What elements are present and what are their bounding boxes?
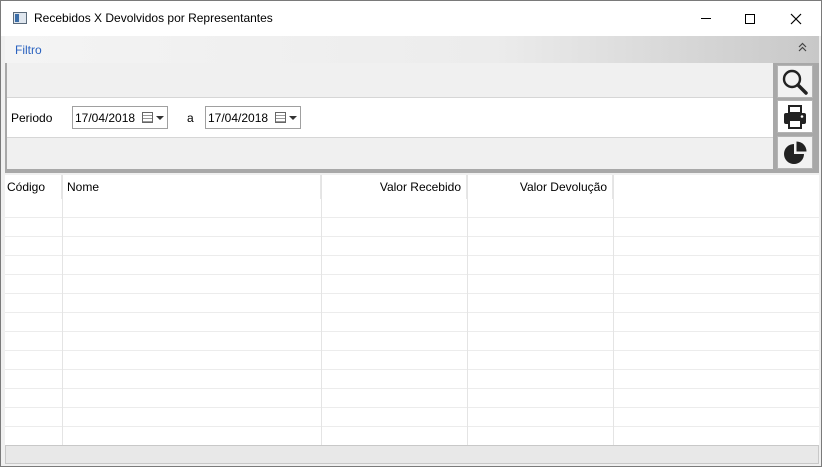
results-grid[interactable]: Código Nome Valor Recebido Valor Devoluç… bbox=[5, 175, 819, 445]
column-header-nome[interactable]: Nome bbox=[62, 175, 321, 199]
window-title: Recebidos X Devolvidos por Representante… bbox=[34, 11, 273, 25]
column-header-valor-devolucao[interactable]: Valor Devolução bbox=[467, 175, 613, 199]
search-icon bbox=[782, 69, 808, 95]
period-label: Periodo bbox=[11, 111, 53, 125]
date-to-value[interactable]: 17/04/2018 bbox=[208, 111, 268, 125]
status-bar bbox=[5, 445, 819, 464]
filter-panel: Filtro Periodo 17/04/2018 a 17/04/2018 bbox=[5, 36, 819, 173]
period-separator: a bbox=[187, 111, 194, 125]
filter-body: Periodo 17/04/2018 a 17/04/2018 bbox=[7, 63, 773, 169]
print-button[interactable] bbox=[777, 100, 813, 133]
column-divider bbox=[613, 175, 614, 445]
column-divider bbox=[321, 175, 322, 445]
collapse-chevron-icon[interactable] bbox=[798, 42, 807, 53]
report-window: Recebidos X Devolvidos por Representante… bbox=[0, 0, 822, 467]
column-divider bbox=[467, 175, 468, 445]
calendar-icon[interactable] bbox=[275, 112, 286, 123]
date-to-picker[interactable]: 17/04/2018 bbox=[205, 106, 301, 129]
maximize-icon bbox=[745, 13, 755, 24]
filter-header[interactable]: Filtro bbox=[5, 36, 819, 63]
search-button[interactable] bbox=[777, 65, 813, 98]
column-divider bbox=[62, 175, 63, 445]
printer-icon bbox=[784, 104, 806, 129]
action-buttons bbox=[775, 65, 815, 171]
date-from-value[interactable]: 17/04/2018 bbox=[75, 111, 135, 125]
grid-header: Código Nome Valor Recebido Valor Devoluç… bbox=[5, 175, 819, 199]
maximize-button[interactable] bbox=[727, 1, 773, 36]
column-header-codigo[interactable]: Código bbox=[5, 175, 62, 199]
minimize-button[interactable] bbox=[683, 1, 729, 36]
close-icon bbox=[790, 13, 802, 24]
dropdown-arrow-icon[interactable] bbox=[156, 116, 164, 120]
filter-title: Filtro bbox=[15, 43, 42, 57]
minimize-icon bbox=[701, 18, 711, 19]
close-button[interactable] bbox=[773, 1, 819, 36]
grid-body[interactable] bbox=[5, 199, 819, 445]
calendar-icon[interactable] bbox=[142, 112, 153, 123]
pie-chart-icon bbox=[784, 141, 807, 164]
chart-button[interactable] bbox=[777, 136, 813, 169]
column-header-valor-recebido[interactable]: Valor Recebido bbox=[321, 175, 467, 199]
title-bar[interactable]: Recebidos X Devolvidos por Representante… bbox=[1, 1, 821, 36]
date-from-picker[interactable]: 17/04/2018 bbox=[72, 106, 168, 129]
app-icon bbox=[13, 12, 27, 24]
dropdown-arrow-icon[interactable] bbox=[289, 116, 297, 120]
period-row: Periodo 17/04/2018 a 17/04/2018 bbox=[7, 97, 773, 138]
